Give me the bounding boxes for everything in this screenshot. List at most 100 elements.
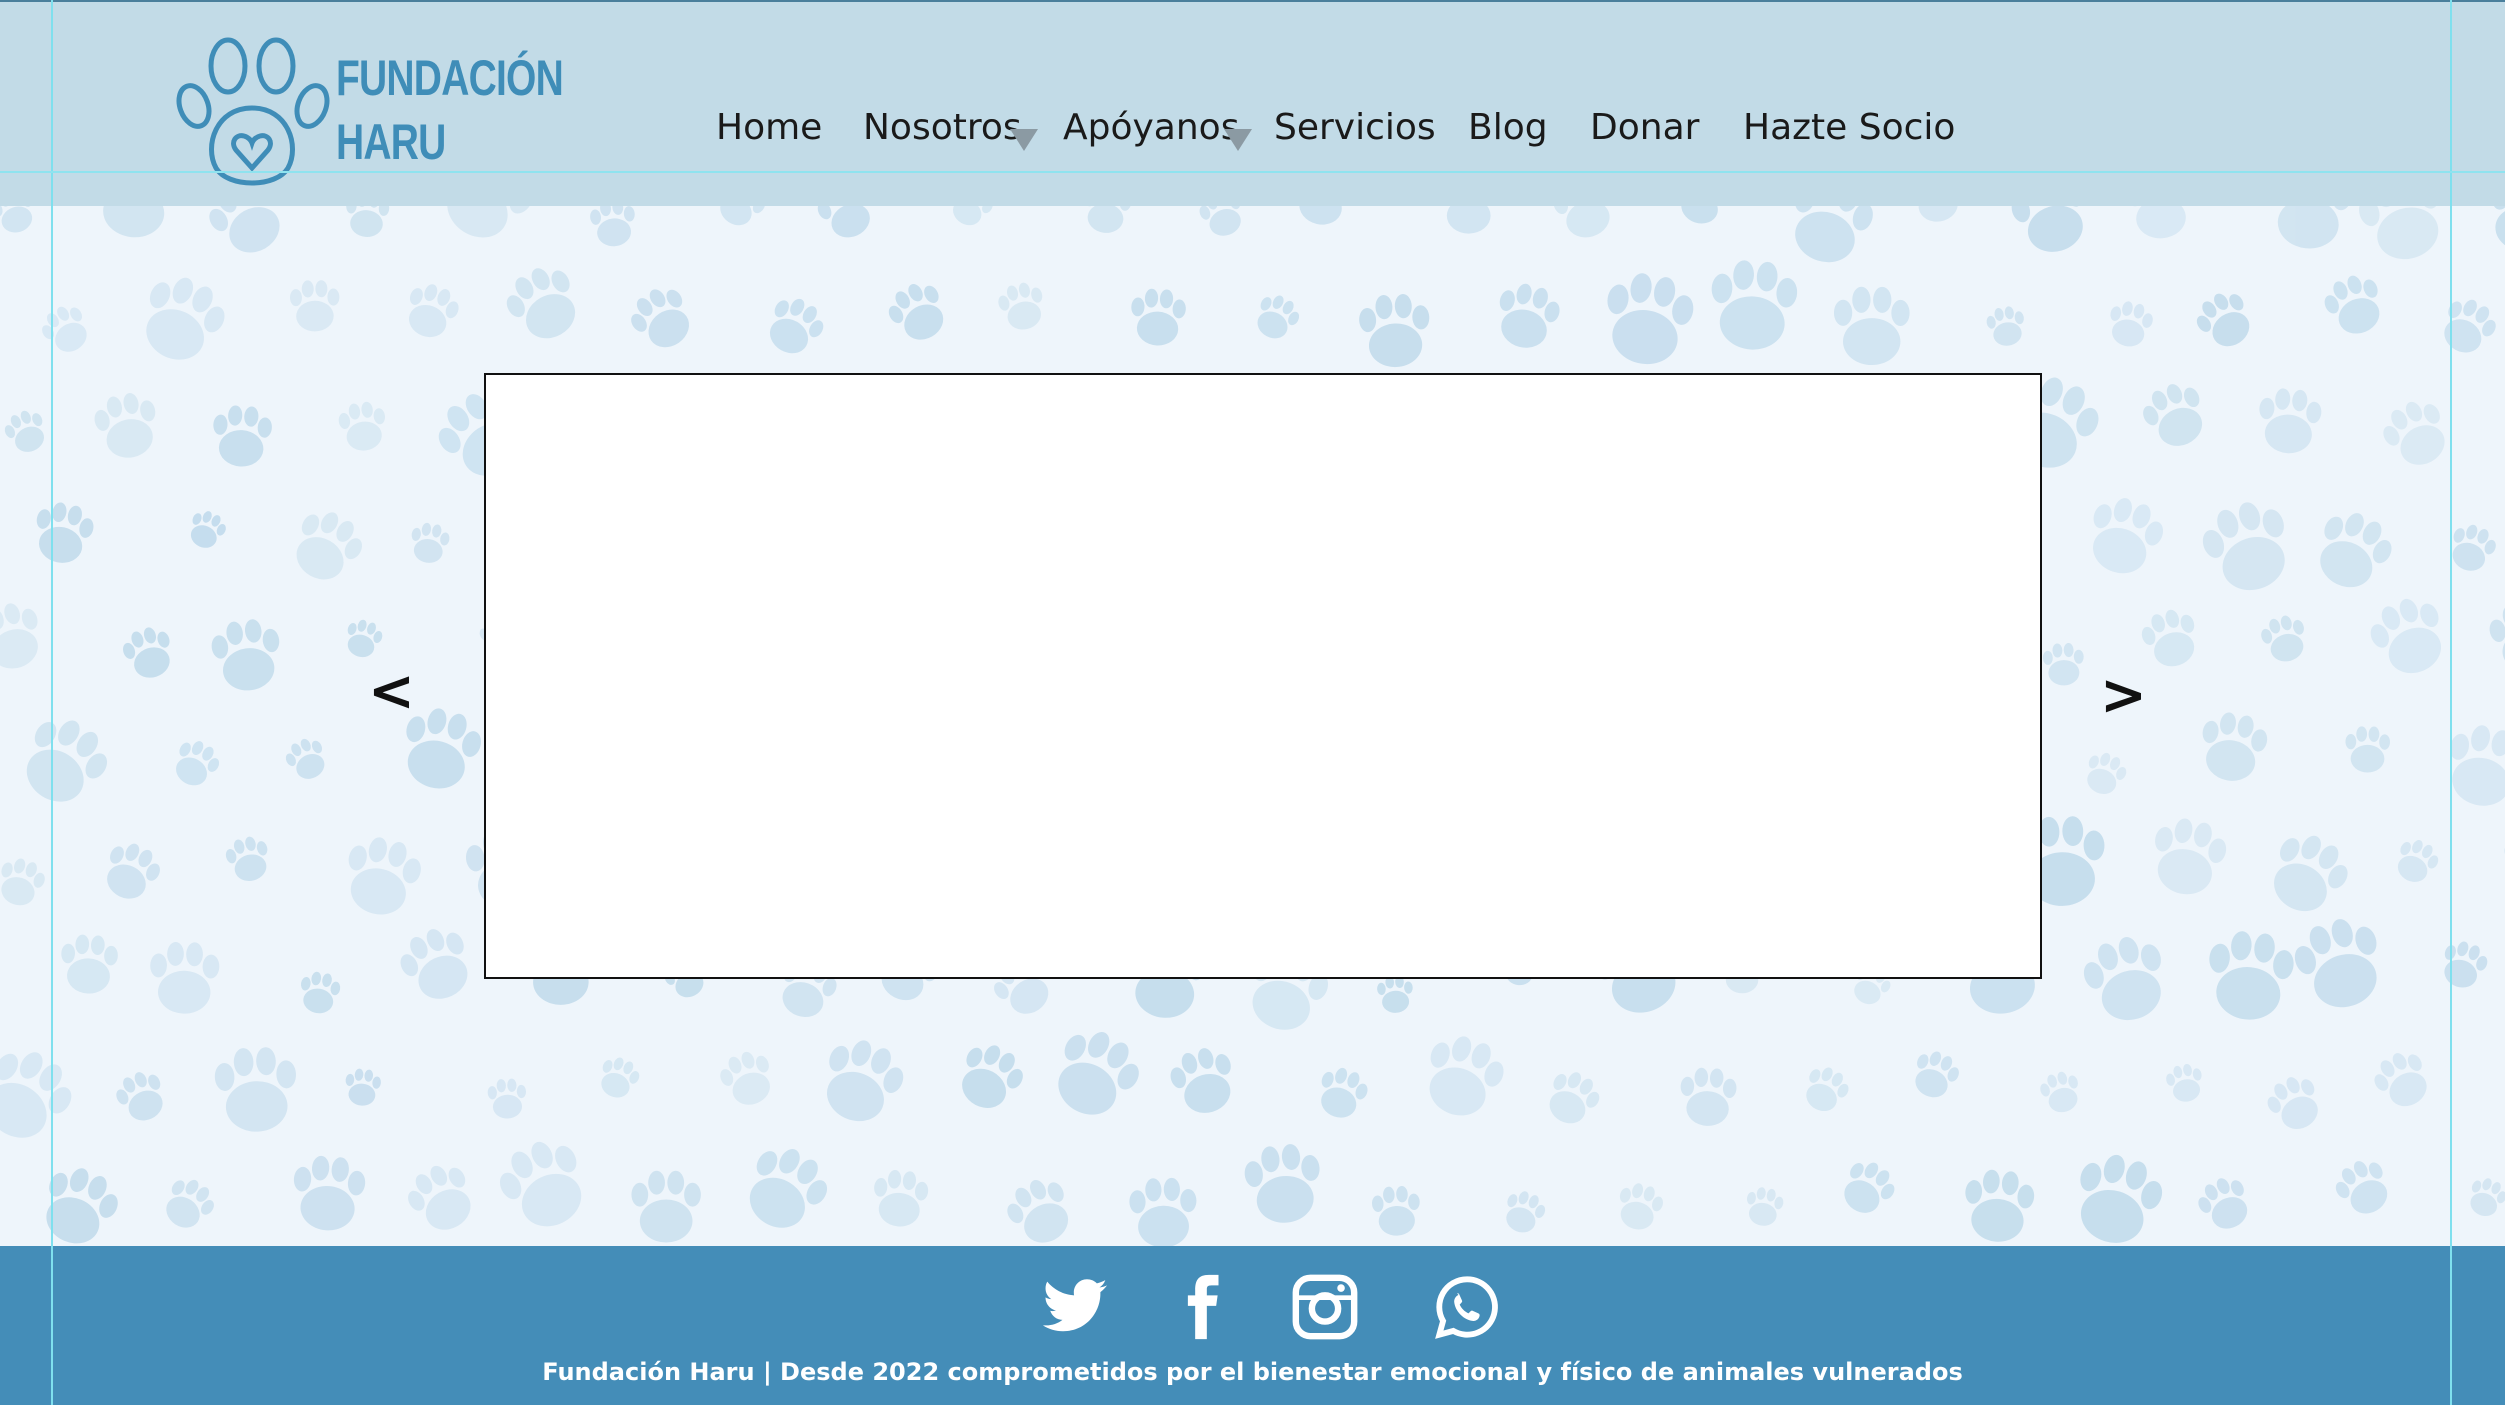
paw-print-icon	[1128, 1177, 1198, 1246]
nav-donar[interactable]: Donar	[1590, 107, 1699, 148]
paw-print-icon	[296, 969, 343, 1017]
paw-print-icon	[2438, 719, 2505, 814]
paw-print-icon	[2079, 747, 2131, 801]
paw-print-icon	[732, 1136, 838, 1243]
paw-print-icon	[149, 941, 220, 1015]
paw-print-icon	[1779, 206, 1881, 273]
paw-print-icon	[948, 1035, 1031, 1119]
paw-print-icon	[1241, 1141, 1326, 1227]
paw-print-icon	[2125, 206, 2196, 241]
logo-text: FUNDACIÓN HARU	[336, 46, 564, 174]
paw-print-icon	[340, 616, 386, 662]
instagram-icon[interactable]	[1290, 1272, 1360, 1342]
paw-print-icon	[881, 275, 956, 350]
paw-print-icon	[407, 520, 452, 566]
paw-print-icon	[2257, 823, 2358, 925]
paw-print-icon	[31, 1158, 127, 1246]
paw-print-icon	[1195, 206, 1250, 242]
paw-heart-icon	[176, 37, 330, 186]
paw-print-icon	[2145, 813, 2231, 902]
paw-print-icon	[280, 733, 333, 786]
paw-print-icon	[1129, 287, 1187, 347]
nav-hazte-socio[interactable]: Hazte Socio	[1743, 107, 1955, 148]
paw-print-icon	[155, 1171, 222, 1238]
nosotros-dropdown-icon[interactable]	[1010, 129, 1038, 151]
paw-print-icon	[1357, 292, 1432, 369]
paw-print-icon	[2367, 1044, 2439, 1117]
paw-print-icon	[0, 596, 51, 677]
paw-print-icon	[59, 933, 119, 995]
paw-print-icon	[222, 832, 275, 886]
paw-print-icon	[2260, 1069, 2329, 1138]
paw-print-icon	[1707, 258, 1800, 353]
layout-guide-left	[51, 0, 53, 1405]
paw-print-icon	[1548, 206, 1621, 245]
layout-guide-top	[0, 171, 2505, 173]
twitter-icon[interactable]	[1040, 1272, 1110, 1342]
paw-print-icon	[714, 1045, 781, 1113]
paw-print-icon	[2078, 490, 2170, 583]
logo[interactable]: FUNDACIÓN HARU	[176, 36, 564, 186]
paw-print-icon	[90, 388, 164, 464]
paw-print-icon	[118, 622, 180, 685]
paw-print-icon	[1833, 286, 1910, 366]
paw-print-icon	[398, 278, 464, 345]
paw-print-icon	[1678, 1066, 1738, 1128]
paw-print-icon	[2104, 298, 2156, 351]
paw-print-icon	[1833, 1153, 1902, 1223]
paw-print-icon	[999, 1170, 1082, 1246]
apoyanos-dropdown-icon[interactable]	[1224, 129, 1252, 151]
paw-print-icon	[8, 706, 119, 818]
paw-print-icon	[811, 206, 882, 247]
paw-print-icon	[1906, 1045, 1964, 1105]
paw-print-icon	[337, 831, 427, 923]
paw-print-icon	[2443, 519, 2501, 578]
paw-print-icon	[1984, 304, 2028, 349]
paw-print-icon	[758, 289, 831, 364]
paw-print-icon	[2163, 1061, 2207, 1105]
paw-print-icon	[129, 266, 234, 373]
paw-print-icon	[289, 279, 340, 332]
paw-print-icon	[2255, 386, 2324, 456]
paw-print-icon	[0, 1037, 84, 1155]
nav-blog[interactable]: Blog	[1468, 107, 1548, 148]
nav-home[interactable]: Home	[716, 107, 822, 148]
facebook-icon[interactable]	[1166, 1272, 1236, 1342]
carousel-slide	[484, 373, 2042, 979]
paw-print-icon	[210, 404, 274, 469]
nav-nosotros[interactable]: Nosotros	[863, 107, 1022, 148]
paw-print-icon	[1040, 1019, 1150, 1130]
paw-print-icon	[710, 206, 772, 235]
paw-print-icon	[428, 206, 546, 255]
nav-servicios[interactable]: Servicios	[1274, 107, 1436, 148]
paw-print-icon	[2265, 206, 2355, 253]
paw-print-icon	[1671, 206, 1735, 231]
paw-print-icon	[2195, 708, 2271, 786]
paw-print-icon	[2203, 928, 2297, 1024]
paw-print-icon	[1797, 1060, 1855, 1119]
paw-print-icon	[2435, 936, 2492, 994]
paw-print-icon	[166, 734, 225, 794]
paw-print-icon	[1489, 278, 1565, 355]
paw-print-icon	[489, 1129, 599, 1241]
paw-print-icon	[593, 1052, 644, 1104]
paw-print-icon	[2191, 1170, 2258, 1238]
paw-print-icon	[213, 1045, 299, 1134]
paw-print-icon	[344, 206, 391, 239]
whatsapp-icon[interactable]	[1432, 1272, 1502, 1342]
paw-print-icon	[2036, 1068, 2085, 1117]
paw-print-icon	[282, 501, 371, 592]
paw-print-icon	[1439, 206, 1498, 234]
paw-print-icon	[392, 919, 482, 1011]
paw-print-icon	[0, 405, 53, 459]
nav-apoyanos[interactable]: Apóyanos	[1063, 107, 1239, 148]
paw-print-icon	[183, 506, 231, 554]
paw-print-icon	[336, 399, 390, 454]
paw-print-icon	[995, 278, 1050, 335]
carousel-next-button[interactable]: >	[2100, 666, 2147, 726]
paw-print-icon	[2345, 726, 2391, 773]
paw-print-icon	[2042, 642, 2085, 687]
carousel-prev-button[interactable]: <	[368, 662, 415, 722]
paw-print-icon	[870, 1168, 930, 1229]
footer-tagline: Fundación Haru | Desde 2022 comprometido…	[542, 1358, 1963, 1386]
